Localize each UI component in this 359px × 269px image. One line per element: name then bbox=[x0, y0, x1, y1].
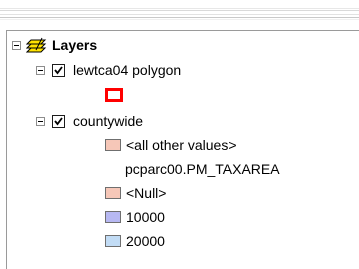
collapse-toggle[interactable] bbox=[12, 41, 21, 50]
table-of-contents: Layers lewtca04 polygon countywide <all … bbox=[6, 30, 359, 269]
legend-item: <Null> bbox=[7, 183, 347, 203]
divider bbox=[0, 19, 359, 20]
divider bbox=[0, 8, 359, 9]
layer-visibility-checkbox[interactable] bbox=[52, 64, 65, 77]
color-swatch bbox=[105, 235, 121, 247]
tree-node-layers[interactable]: Layers bbox=[7, 35, 347, 55]
legend-item bbox=[7, 85, 347, 105]
polygon-outline-symbol bbox=[105, 88, 123, 102]
legend-label: 20000 bbox=[126, 233, 165, 249]
divider bbox=[0, 10, 359, 11]
tree-node-layer[interactable]: countywide bbox=[7, 111, 347, 131]
checkmark-icon bbox=[54, 66, 63, 75]
root-label: Layers bbox=[52, 37, 98, 53]
legend-label: 10000 bbox=[126, 209, 165, 225]
layer-name: countywide bbox=[73, 113, 144, 129]
divider bbox=[0, 17, 359, 18]
color-swatch bbox=[105, 211, 121, 223]
field-name-label: pcparc00.PM_TAXAREA bbox=[125, 161, 280, 177]
legend-item: 10000 bbox=[7, 207, 347, 227]
legend-label: <all other values> bbox=[126, 137, 237, 153]
legend-item: 20000 bbox=[7, 231, 347, 251]
color-swatch bbox=[105, 139, 121, 151]
toolbar-strip bbox=[0, 0, 359, 30]
layer-name: lewtca04 polygon bbox=[73, 62, 182, 78]
legend-label: <Null> bbox=[126, 185, 167, 201]
divider bbox=[0, 14, 359, 15]
collapse-toggle[interactable] bbox=[36, 66, 45, 75]
legend-field-name: pcparc00.PM_TAXAREA bbox=[7, 159, 347, 179]
layers-stack-icon bbox=[25, 37, 48, 58]
legend-item: <all other values> bbox=[7, 135, 347, 155]
color-swatch bbox=[105, 187, 121, 199]
collapse-toggle[interactable] bbox=[36, 117, 45, 126]
tree-node-layer[interactable]: lewtca04 polygon bbox=[7, 60, 347, 80]
checkmark-icon bbox=[54, 117, 63, 126]
layer-visibility-checkbox[interactable] bbox=[52, 115, 65, 128]
